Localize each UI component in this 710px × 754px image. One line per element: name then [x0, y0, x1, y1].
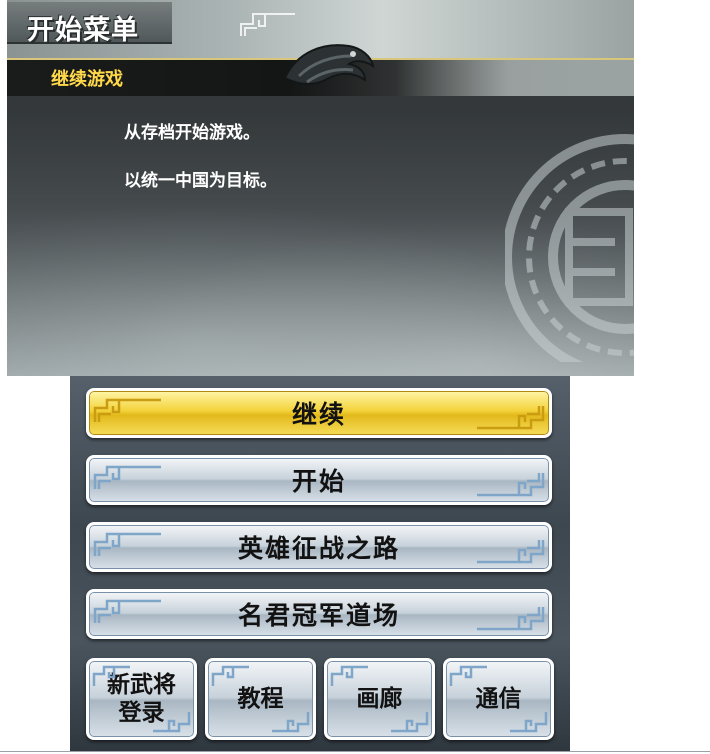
fret-pattern-icon [211, 665, 249, 686]
fret-pattern-icon [93, 599, 161, 623]
medallion-icon [505, 134, 634, 362]
continue-label: 继续 [291, 400, 346, 429]
fret-pattern-icon [93, 465, 161, 489]
menu-title: 开始菜单 [27, 15, 139, 46]
fret-pattern-icon [477, 473, 545, 497]
title-plate: 开始菜单 [7, 2, 172, 46]
fret-pattern-icon [240, 13, 295, 36]
subheader-label: 继续游戏 [51, 69, 123, 90]
fret-pattern-icon [93, 398, 161, 422]
fret-pattern-icon [477, 540, 545, 564]
bottom-divider [0, 751, 710, 752]
start-label: 开始 [291, 467, 346, 496]
continue-button[interactable]: 继续 [86, 388, 552, 438]
heroes-road-label: 英雄征战之路 [237, 534, 400, 563]
fret-pattern-icon [272, 712, 310, 733]
fret-pattern-icon [477, 607, 545, 631]
description-line-1: 从存档开始游戏。 [124, 123, 260, 143]
fret-pattern-icon [153, 712, 191, 733]
description-line-2: 以统一中国为目标。 [124, 171, 277, 191]
bottom-screen: 继续 开始 英雄征战之路 名君冠军道场 新武将登录 教程 画廊 通信 [70, 376, 570, 752]
eagle-emblem-icon [283, 44, 375, 85]
tutorial-button[interactable]: 教程 [205, 658, 316, 740]
champion-dojo-button[interactable]: 名君冠军道场 [86, 589, 552, 639]
fret-pattern-icon [510, 712, 548, 733]
champion-dojo-label: 名君冠军道场 [237, 601, 400, 630]
fret-pattern-icon [93, 532, 161, 556]
fret-pattern-icon [449, 665, 487, 686]
top-screen: 开始菜单 继续游戏 从存档开始游戏。 以统一中国为目标。 [7, 0, 634, 376]
communication-label: 通信 [475, 685, 522, 712]
fret-pattern-icon [330, 665, 368, 686]
gallery-label: 画廊 [356, 685, 403, 712]
fret-pattern-icon [477, 406, 545, 430]
heroes-road-button[interactable]: 英雄征战之路 [86, 522, 552, 572]
tutorial-label: 教程 [237, 685, 284, 712]
fret-pattern-icon [92, 665, 130, 686]
start-button[interactable]: 开始 [86, 455, 552, 505]
fret-pattern-icon [391, 712, 429, 733]
gallery-button[interactable]: 画廊 [324, 658, 435, 740]
new-officer-register-button[interactable]: 新武将登录 [86, 658, 197, 740]
communication-button[interactable]: 通信 [443, 658, 554, 740]
